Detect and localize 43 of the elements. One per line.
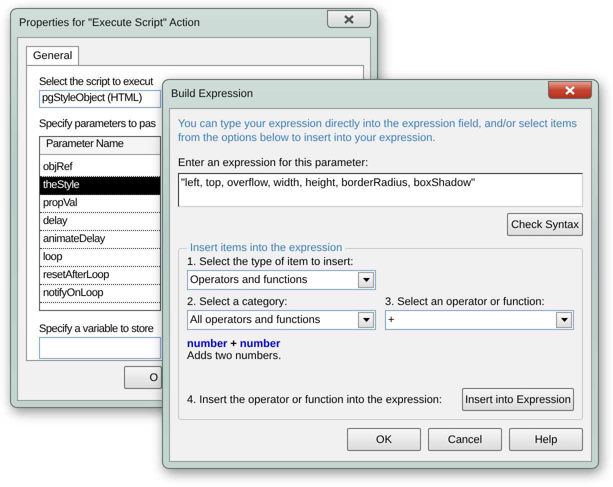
- parameter-row[interactable]: propVal: [40, 195, 160, 213]
- insert-label: 4. Insert the operator or function into the expression:: [187, 394, 442, 406]
- operator-dropdown[interactable]: +: [385, 310, 574, 330]
- dialog-button[interactable]: Cancel: [428, 428, 502, 451]
- operator-signature: number + number: [187, 338, 282, 350]
- parameters-label: Specify parameters to pas: [39, 118, 156, 130]
- close-icon: [565, 86, 575, 94]
- parameter-row[interactable]: resetAfterLoop: [40, 267, 160, 285]
- variable-field[interactable]: [39, 337, 161, 359]
- parameter-row[interactable]: notifyOnLoop: [40, 285, 160, 303]
- variable-label: Specify a variable to store: [39, 323, 154, 335]
- operator-label: 3. Select an operator or function:: [385, 296, 546, 308]
- close-icon: [344, 14, 354, 24]
- script-label: Select the script to execut: [39, 76, 153, 88]
- parameter-row[interactable]: objRef: [40, 159, 160, 177]
- close-button[interactable]: [327, 10, 371, 28]
- parameter-row[interactable]: delay: [40, 213, 160, 231]
- group-title: Insert items into the expression: [189, 242, 344, 254]
- expression-field[interactable]: "left, top, overflow, width, height, borderRadius, boxShadow": [178, 173, 583, 207]
- parameter-row[interactable]: loop: [40, 249, 160, 267]
- instructions-text: You can type your expression directly into the expression field, and/or select items from the options below to insert into your expression.: [178, 117, 578, 145]
- tab[interactable]: General: [26, 46, 80, 65]
- window-title: Build Expression: [170, 88, 253, 100]
- window-title: Properties for "Execute Script" Action: [18, 17, 200, 29]
- category-dropdown[interactable]: All operators and functions: [187, 310, 376, 330]
- caret-icon: [362, 318, 370, 322]
- caret-icon: [560, 318, 568, 322]
- ok-button[interactable]: O: [124, 366, 162, 389]
- expression-label: Enter an expression for this parameter:: [178, 157, 370, 169]
- operator-description: Adds two numbers.: [187, 350, 282, 362]
- close-button[interactable]: [548, 81, 592, 99]
- dialog-button[interactable]: Help: [509, 428, 583, 451]
- type-dropdown[interactable]: Operators and functions: [187, 270, 376, 290]
- caret-icon: [362, 278, 370, 282]
- script-field[interactable]: pgStyleObject (HTML): [39, 90, 161, 108]
- insert-button[interactable]: Insert into Expression: [462, 388, 574, 411]
- parameter-row[interactable]: theStyle: [40, 177, 160, 195]
- column-header[interactable]: Parameter Name: [40, 137, 160, 155]
- dialog-button[interactable]: OK: [347, 428, 421, 451]
- check-syntax-button[interactable]: Check Syntax: [507, 213, 583, 236]
- type-label: 1. Select the type of item to insert:: [187, 256, 354, 268]
- parameter-row[interactable]: animateDelay: [40, 231, 160, 249]
- category-label: 2. Select a category:: [187, 296, 288, 308]
